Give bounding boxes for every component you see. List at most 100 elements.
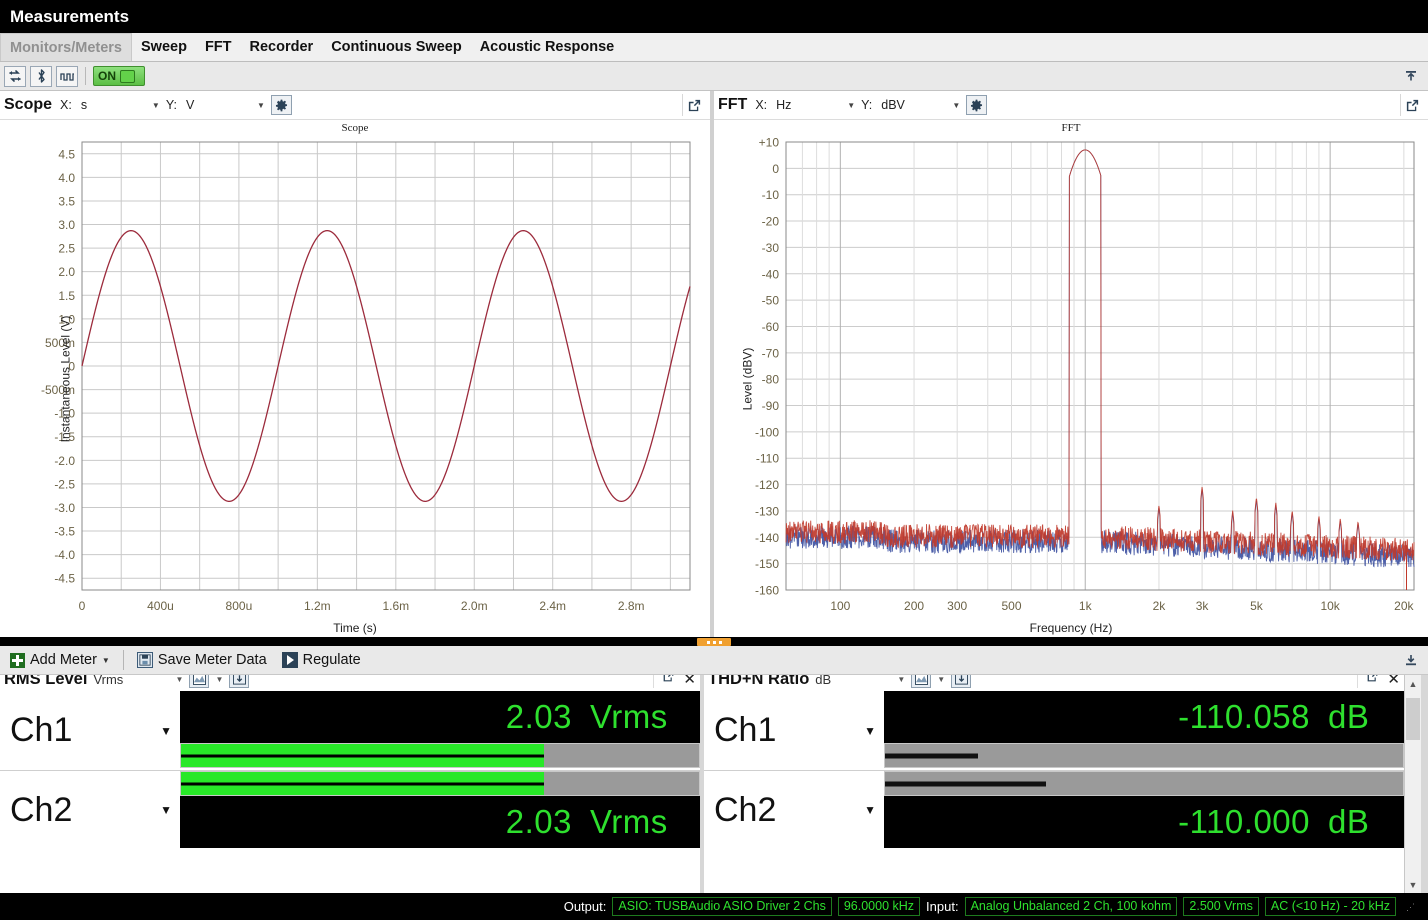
chevron-down-icon: ▼ [897,675,906,684]
resize-grip-icon[interactable]: ⋰ [1406,902,1416,912]
toolbar-divider [85,67,86,85]
svg-text:-140: -140 [755,531,779,545]
thdn-ch1-selector[interactable]: Ch1 ▼ [704,691,884,770]
tab-continuous-sweep[interactable]: Continuous Sweep [322,33,471,61]
tab-recorder[interactable]: Recorder [241,33,323,61]
thdn-channel-row: Ch1 ▼ -110.058 dB [704,691,1404,770]
scope-y-unit-value: V [185,98,195,112]
svg-text:2.0m: 2.0m [461,599,488,613]
chevron-down-icon[interactable]: ▼ [215,675,223,684]
thdn-meter-header: THD+N Ratio dB ▼ ▼ ✕ [704,675,1404,691]
regulate-button[interactable]: Regulate [276,648,367,672]
svg-text:-4.5: -4.5 [54,572,75,586]
rms-ch1-selector[interactable]: Ch1 ▼ [0,691,180,770]
thdn-chart-icon[interactable] [911,675,932,688]
loopback-icon[interactable] [4,65,26,87]
rms-peak-hold-icon[interactable] [229,675,250,688]
svg-text:2.8m: 2.8m [618,599,645,613]
settings-gear-icon[interactable] [270,95,292,115]
chevron-down-icon: ▼ [151,100,160,110]
rms-ch1-bar [180,743,700,768]
splitter-handle[interactable] [697,638,731,646]
scrollbar-thumb[interactable] [1406,698,1420,740]
monitor-on-toggle[interactable]: ON [93,66,145,86]
fft-y-unit-select[interactable]: dBV ▼ [877,95,961,115]
scope-title: Scope [4,96,53,113]
fft-y-unit-value: dBV [881,98,905,112]
fft-plot[interactable]: FFT Level (dBV) Frequency (Hz) +10 0 -10 -2… [714,120,1428,637]
tab-monitors-meters[interactable]: Monitors/Meters [0,33,132,61]
svg-text:-90: -90 [762,399,780,413]
output-device-chip[interactable]: ASIO: TUSBAudio ASIO Driver 2 Chs [612,896,832,917]
thdn-popout-icon[interactable] [1366,675,1379,688]
horizontal-splitter[interactable] [0,637,1428,646]
scroll-down-icon[interactable]: ▼ [1405,876,1421,893]
tab-acoustic-response[interactable]: Acoustic Response [471,33,624,61]
chevron-down-icon: ▼ [257,100,265,110]
rms-ch2-display: 2.03 Vrms [180,771,700,849]
scope-panel: Scope X: s ▼ Y: V ▼ Scope Instantaneous … [0,91,710,637]
scroll-up-icon[interactable]: ▲ [1405,675,1421,692]
thdn-peak-hold-icon[interactable] [951,675,972,688]
svg-text:3.5: 3.5 [58,194,75,208]
window-titlebar: Measurements [0,0,1428,33]
add-meter-button[interactable]: Add Meter ▼ [4,648,116,672]
scope-popout-icon[interactable] [682,94,706,116]
scrollbar-track[interactable] [1405,692,1421,876]
chevron-down-icon[interactable]: ▼ [937,675,945,684]
thdn-unit-select[interactable]: dB ▼ [815,675,905,687]
rms-channel-row: Ch2 ▼ 2.03 Vrms [0,770,700,849]
thdn-ch2-selector[interactable]: Ch2 ▼ [704,771,884,849]
scope-y-unit-select[interactable]: V ▼ [182,95,266,115]
input-label: Input: [926,899,959,914]
thdn-unit-value: dB [815,675,832,687]
svg-text:-60: -60 [762,320,780,334]
rms-ch1-label: Ch1 [10,711,73,749]
tab-label: Acoustic Response [479,39,615,55]
bluetooth-icon[interactable] [30,65,52,87]
collapse-top-icon[interactable] [1400,66,1422,86]
fft-x-unit-select[interactable]: Hz ▼ [772,95,856,115]
input-coupling-chip[interactable]: AC (<10 Hz) - 20 kHz [1264,896,1396,917]
scope-plot[interactable]: Scope Instantaneous Level (V) Time (s) 4… [0,120,710,637]
waveform-icon[interactable] [56,65,78,87]
svg-text:400u: 400u [147,599,174,613]
fft-popout-icon[interactable] [1400,94,1424,116]
rms-ch1-lcd: 2.03 Vrms [180,691,700,743]
svg-text:10k: 10k [1320,599,1340,613]
rms-popout-icon[interactable] [662,675,675,688]
svg-text:-160: -160 [755,584,779,598]
svg-text:1.5: 1.5 [58,289,75,303]
main-tabbar: Monitors/Meters Sweep FFT Recorder Conti… [0,33,1428,62]
rms-channel-row: Ch1 ▼ 2.03 Vrms [0,691,700,770]
add-meter-label: Add Meter [30,652,97,668]
svg-text:-150: -150 [755,557,779,571]
thdn-header-actions: ✕ [1357,675,1400,688]
rms-ch2-selector[interactable]: Ch2 ▼ [0,771,180,849]
rms-chart-icon[interactable] [189,675,210,688]
save-icon [136,652,153,668]
tab-sweep[interactable]: Sweep [132,33,196,61]
fft-x-unit-value: Hz [776,98,792,112]
fft-y-axis-label: Level (dBV) [740,347,755,410]
input-device-chip[interactable]: Analog Unbalanced 2 Ch, 100 kohm [964,896,1178,917]
svg-text:2.5: 2.5 [58,242,75,256]
output-rate-chip[interactable]: 96.0000 kHz [837,896,921,917]
svg-text:1k: 1k [1079,599,1093,613]
thdn-close-icon[interactable]: ✕ [1387,675,1400,688]
thdn-ch1-lcd: -110.058 dB [884,691,1404,743]
settings-gear-icon[interactable] [966,95,988,115]
svg-text:300: 300 [947,599,967,613]
thdn-ch2-bar-fill [885,781,1046,786]
meters-scrollbar[interactable]: ▲ ▼ [1404,675,1421,893]
scope-x-unit-select[interactable]: s ▼ [77,95,161,115]
tab-fft[interactable]: FFT [196,33,241,61]
svg-text:2k: 2k [1153,599,1167,613]
input-range-chip[interactable]: 2.500 Vrms [1183,896,1259,917]
save-meter-data-button[interactable]: Save Meter Data [131,648,273,672]
svg-text:-100: -100 [755,425,779,439]
collapse-bottom-icon[interactable] [1400,650,1422,670]
rms-ch2-bar-needle [181,782,544,785]
rms-unit-select[interactable]: Vrms ▼ [93,675,183,687]
rms-close-icon[interactable]: ✕ [683,675,696,688]
